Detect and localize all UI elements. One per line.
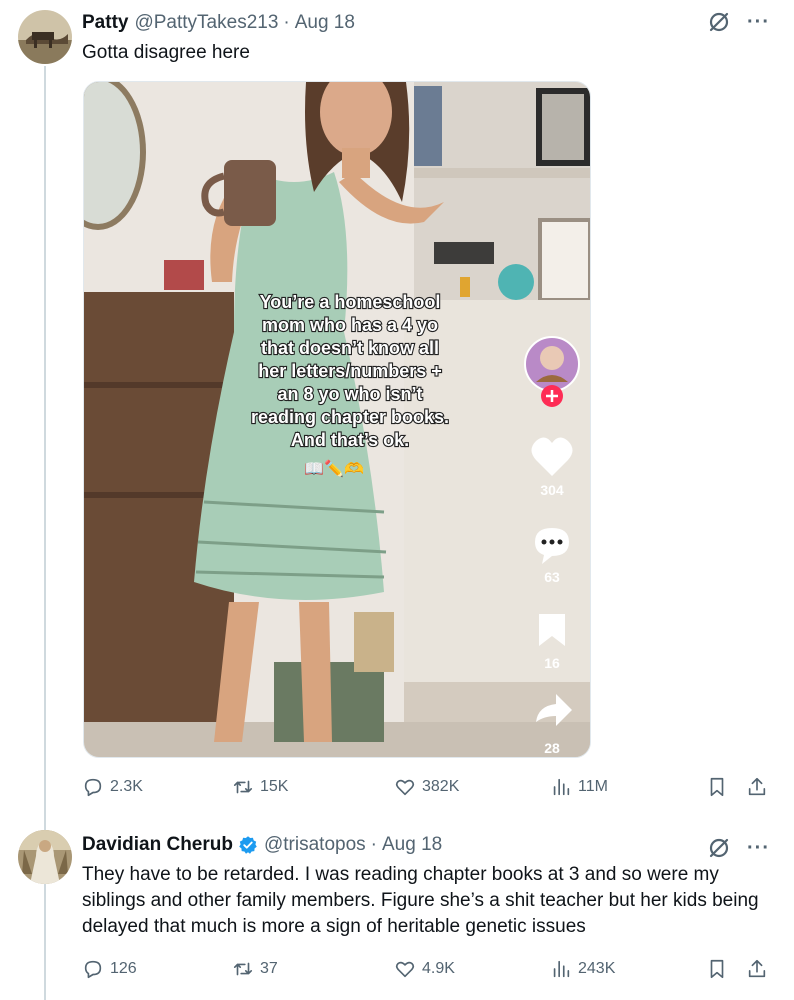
bookmark-button[interactable] <box>706 958 728 980</box>
grok-icon[interactable] <box>707 10 731 34</box>
post-date[interactable]: Aug 18 <box>382 834 442 856</box>
tiktok-share-count: 28 <box>544 740 560 756</box>
share-button[interactable] <box>746 958 768 980</box>
views-icon <box>553 960 570 978</box>
grok-icon[interactable] <box>707 836 731 860</box>
like-count: 382K <box>422 778 460 795</box>
post-date[interactable]: Aug 18 <box>295 12 355 34</box>
user-handle[interactable]: @PattyTakes213 <box>134 12 278 34</box>
share-button[interactable] <box>746 776 768 798</box>
separator-dot: · <box>370 834 377 855</box>
reply-button[interactable]: 126 <box>82 958 137 980</box>
tweet-text: Gotta disagree here <box>82 42 250 63</box>
tiktok-save-count: 16 <box>544 655 560 671</box>
bookmark-icon <box>710 959 724 979</box>
tweet-actions: 126 37 4.9K 243K <box>82 958 772 984</box>
repost-icon <box>233 962 253 976</box>
display-name[interactable]: Patty <box>82 12 128 34</box>
caption-line-3: that doesn’t know all <box>261 338 439 358</box>
reply-icon <box>84 778 102 797</box>
caption-line-4: her letters/numbers + <box>258 361 442 381</box>
more-icon[interactable]: ··· <box>747 838 770 858</box>
reply-icon <box>84 960 102 979</box>
repost-button[interactable]: 15K <box>232 776 288 798</box>
tweet-actions: 2.3K 15K 382K 11M <box>82 776 772 802</box>
verified-badge-icon <box>239 836 257 854</box>
caption-line-5: an 8 yo who isn’t <box>277 384 422 404</box>
tweet-text: They have to be retarded. I was reading … <box>82 864 759 937</box>
display-name[interactable]: Davidian Cherub <box>82 834 233 856</box>
repost-count: 37 <box>260 960 278 977</box>
views-button[interactable]: 243K <box>550 958 615 980</box>
video-media[interactable]: You’re a homeschool mom who has a 4 yo t… <box>83 81 591 758</box>
like-icon <box>395 779 415 796</box>
reply-count: 2.3K <box>110 778 143 795</box>
like-count: 4.9K <box>422 960 455 977</box>
tiktok-like-count: 304 <box>540 482 564 498</box>
views-button[interactable]: 11M <box>550 776 608 798</box>
avatar[interactable] <box>18 830 72 884</box>
repost-button[interactable]: 37 <box>232 958 278 980</box>
tweet-top-icons: ··· <box>707 836 770 860</box>
tweet-header: Davidian Cherub @trisatopos · Aug 18 <box>82 832 442 858</box>
avatar[interactable] <box>18 10 72 64</box>
like-icon <box>395 961 415 978</box>
like-button[interactable]: 4.9K <box>394 958 455 980</box>
user-handle[interactable]: @trisatopos <box>264 834 366 856</box>
bookmark-icon <box>710 777 724 797</box>
more-icon[interactable]: ··· <box>747 12 770 32</box>
caption-line-1: You’re a homeschool <box>260 292 441 312</box>
view-count: 11M <box>578 778 608 795</box>
tweet-header: Patty @PattyTakes213 · Aug 18 <box>82 10 355 36</box>
caption-line-6: reading chapter books. <box>251 407 449 427</box>
separator-dot: · <box>283 12 290 33</box>
reply-button[interactable]: 2.3K <box>82 776 143 798</box>
view-count: 243K <box>578 960 616 977</box>
caption-line-2: mom who has a 4 yo <box>262 315 438 335</box>
repost-icon <box>233 780 253 794</box>
views-icon <box>553 778 570 796</box>
tiktok-comment-count: 63 <box>544 569 560 585</box>
bookmark-button[interactable] <box>706 776 728 798</box>
share-icon <box>748 777 766 796</box>
tweet-top-icons: ··· <box>707 10 770 34</box>
caption-line-7: And that’s ok. <box>291 430 409 450</box>
repost-count: 15K <box>260 778 289 795</box>
reply-count: 126 <box>110 960 137 977</box>
share-icon <box>748 959 766 978</box>
like-button[interactable]: 382K <box>394 776 459 798</box>
caption-emoji: 📖✏️🫶 <box>304 459 364 478</box>
